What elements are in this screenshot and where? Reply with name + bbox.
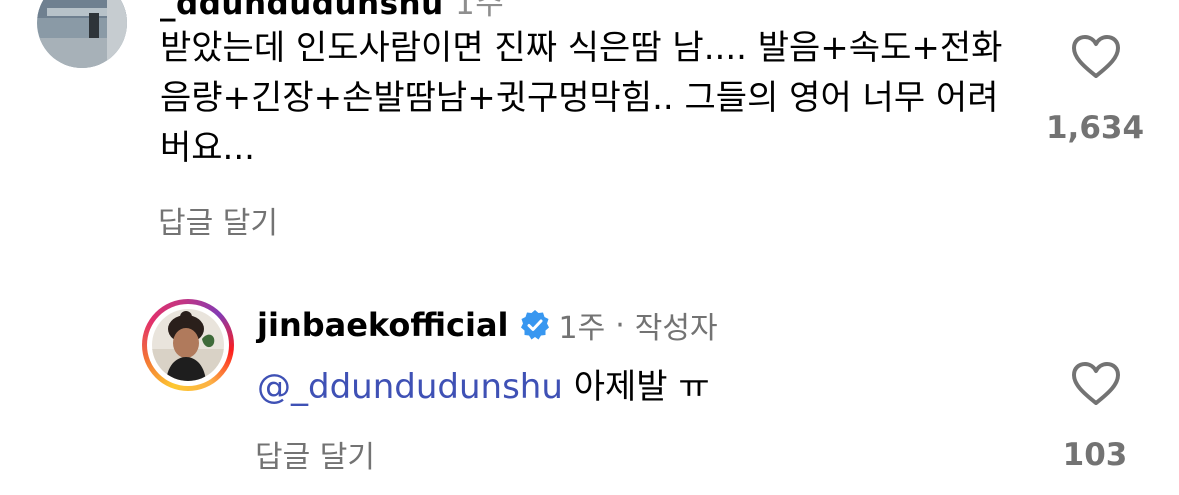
heart-icon[interactable]	[1072, 362, 1120, 406]
like-count: 103	[1062, 437, 1128, 473]
reply-button[interactable]: 답글 달기	[158, 198, 278, 242]
reply-body: 아제발 ㅠ	[573, 367, 710, 407]
username-text[interactable]: _ddundudunshu	[160, 0, 444, 22]
meta-separator: ·	[615, 307, 625, 343]
heart-icon[interactable]	[1072, 35, 1120, 79]
avatar-image	[37, 0, 127, 68]
avatar[interactable]	[37, 0, 127, 68]
avatar-image	[152, 309, 224, 381]
comment-text: 받았는데 인도사람이면 진짜 식은땀 남.... 발음+속도+전화음량+긴장+손…	[160, 28, 1003, 168]
like-count: 1,634	[1045, 110, 1145, 146]
verified-badge-icon	[520, 310, 549, 340]
reply-header: jinbaekofficial 1주 · 작성자	[257, 303, 718, 347]
reply-time: 1주	[558, 311, 606, 346]
reply-comment-text: @_ddundudunshu 아제발 ㅠ	[257, 359, 710, 408]
reply-username[interactable]: jinbaekofficial	[257, 306, 509, 344]
avatar[interactable]	[142, 299, 234, 391]
reply-button[interactable]: 답글 달기	[255, 432, 375, 476]
comment-username[interactable]: _ddundudunshu 1주	[160, 0, 504, 23]
author-label: 작성자	[634, 311, 718, 346]
mention-link[interactable]: @_ddundudunshu	[257, 367, 563, 407]
comment-time: 1주	[455, 0, 505, 22]
